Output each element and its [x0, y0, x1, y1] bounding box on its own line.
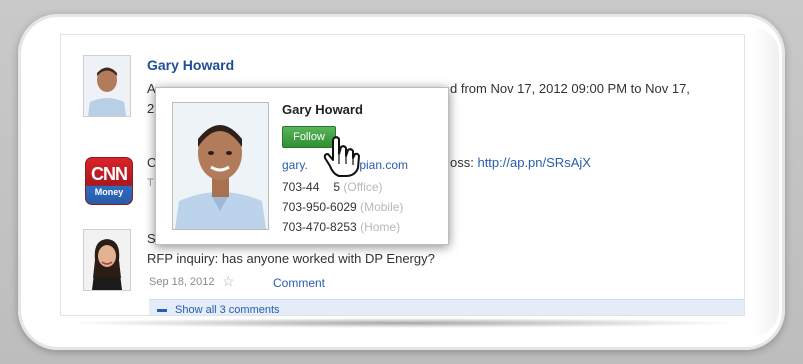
- comment-bubble-icon: ▬: [157, 304, 167, 315]
- post2-link[interactable]: http://ap.pn/SRsAjX: [477, 155, 590, 170]
- post2-text: oss: http://ap.pn/SRsAjX: [450, 155, 591, 170]
- phone-office-prefix: 703-44: [282, 180, 320, 194]
- hover-card-name: Gary Howard: [282, 102, 363, 117]
- post3-date: Sep 18, 2012: [149, 276, 215, 288]
- cnn-logo-text: CNN: [91, 164, 128, 184]
- show-comments-label[interactable]: Show all 3 comments: [175, 304, 280, 315]
- gary-avatar[interactable]: [83, 55, 131, 117]
- phone-office-tail: 5: [333, 180, 341, 194]
- phone-home-kind: (Home): [360, 220, 401, 234]
- phone-home: 703-470-8253 (Home): [282, 220, 400, 234]
- post-author-name[interactable]: Gary Howard: [147, 57, 234, 73]
- user-hover-card: Gary Howard Follow gary. @appian.com 703-…: [155, 87, 449, 245]
- post1-text-tail: d from Nov 17, 2012 09:00 PM to Nov 17,: [450, 81, 690, 96]
- hover-card-photo: [172, 102, 269, 230]
- woman-avatar[interactable]: [83, 229, 131, 291]
- phone-office: 703-44 5 (Office): [282, 180, 383, 194]
- comment-link[interactable]: Comment: [273, 276, 325, 290]
- email-prefix: gary.: [282, 158, 308, 172]
- phone-home-number: 703-470-8253: [282, 220, 357, 234]
- star-icon[interactable]: ☆: [222, 273, 235, 290]
- show-comments-bar[interactable]: ▬ Show all 3 comments: [149, 299, 744, 315]
- post3-text: RFP inquiry: has anyone worked with DP E…: [147, 251, 435, 266]
- post2-meta-lead: T: [147, 177, 154, 189]
- phone-mobile: 703-950-6029 (Mobile): [282, 200, 403, 214]
- post1-text-line2: 2: [147, 101, 155, 116]
- hand-pointer-icon: [322, 134, 362, 178]
- money-logo-text: Money: [94, 187, 124, 197]
- panel-shadow: [62, 318, 742, 328]
- phone-mobile-kind: (Mobile): [360, 200, 404, 214]
- cnn-money-logo[interactable]: CNN Money: [85, 157, 133, 205]
- phone-office-kind: (Office): [343, 180, 383, 194]
- post2-text-mid: oss:: [450, 155, 478, 170]
- activity-feed: Gary Howard A d from Nov 17, 2012 09:00 …: [60, 34, 745, 316]
- phone-mobile-number: 703-950-6029: [282, 200, 357, 214]
